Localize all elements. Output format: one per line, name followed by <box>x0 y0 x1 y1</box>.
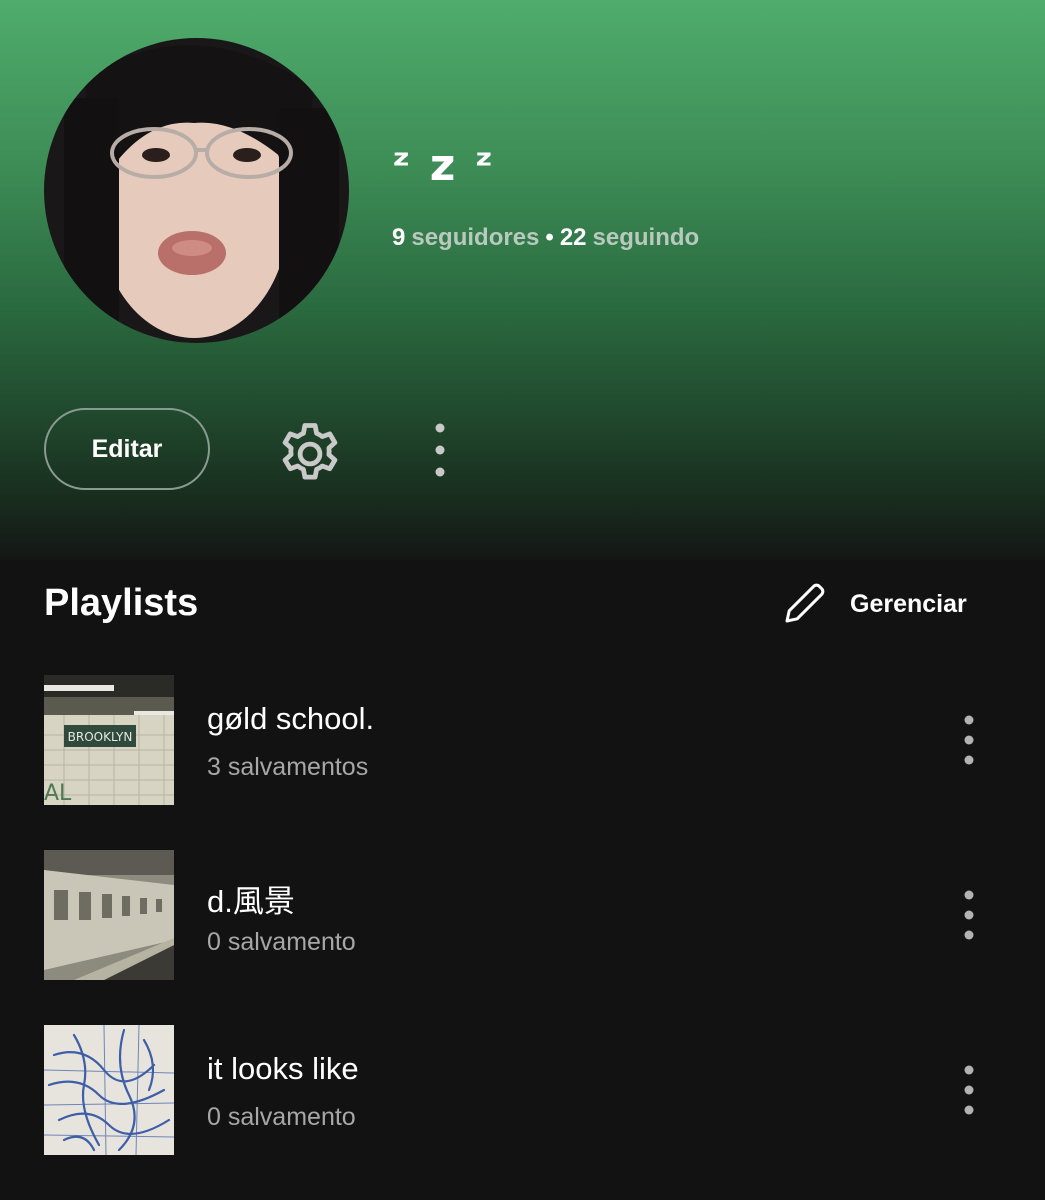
playlist-saves: 0 salvamento <box>207 928 356 956</box>
more-vertical-icon <box>964 1065 974 1115</box>
playlist-cover <box>44 850 174 980</box>
playlist-saves: 3 salvamentos <box>207 753 369 781</box>
gear-icon <box>282 423 338 480</box>
manage-playlists-button[interactable]: Gerenciar <box>780 578 967 630</box>
playlist-more-button[interactable] <box>948 713 990 767</box>
profile-stats: 9 seguidores • 22 seguindo <box>392 224 699 252</box>
pencil-icon <box>785 583 825 623</box>
hands-illustration-image <box>44 1025 174 1155</box>
playlist-name: d.風景 <box>207 884 295 919</box>
profile-name: ᶻ z ᶻ <box>392 140 495 191</box>
playlist-cover <box>44 1025 174 1155</box>
svg-text:AL: AL <box>44 781 72 805</box>
playlist-row[interactable]: it looks like 0 salvamento <box>44 1025 1004 1157</box>
following-count[interactable]: 22 <box>560 224 587 252</box>
playlist-name: it looks like <box>207 1051 359 1086</box>
playlist-cover: BROOKLYN AL <box>44 675 174 805</box>
settings-button[interactable] <box>274 418 346 490</box>
more-vertical-icon <box>964 715 974 765</box>
stats-separator: • <box>545 224 554 251</box>
playlist-row[interactable]: d.風景 0 salvamento <box>44 850 1004 982</box>
subway-train-image <box>44 850 174 980</box>
more-vertical-icon <box>964 890 974 940</box>
profile-header: ᶻ z ᶻ 9 seguidores • 22 seguindo Editar <box>0 0 1045 560</box>
profile-name-text: ᶻ z ᶻ <box>392 140 495 191</box>
playlist-more-button[interactable] <box>948 888 990 942</box>
profile-avatar[interactable] <box>44 38 349 343</box>
followers-count[interactable]: 9 <box>392 224 405 252</box>
station-sign-text: BROOKLYN <box>68 730 133 744</box>
edit-profile-button[interactable]: Editar <box>44 408 210 490</box>
avatar-photo <box>44 38 349 343</box>
playlist-name: gøld school. <box>207 701 375 736</box>
playlist-row[interactable]: BROOKLYN AL gøld school. 3 salvamentos <box>44 675 1004 807</box>
manage-label: Gerenciar <box>850 589 967 618</box>
playlist-more-button[interactable] <box>948 1063 990 1117</box>
subway-station-image: BROOKLYN AL <box>44 675 174 805</box>
following-label[interactable]: seguindo <box>593 224 700 252</box>
more-vertical-icon <box>435 423 445 477</box>
playlists-section-title: Playlists <box>44 582 199 624</box>
playlist-saves: 0 salvamento <box>207 1103 356 1131</box>
profile-more-button[interactable] <box>420 418 460 482</box>
followers-label[interactable]: seguidores <box>411 224 539 252</box>
